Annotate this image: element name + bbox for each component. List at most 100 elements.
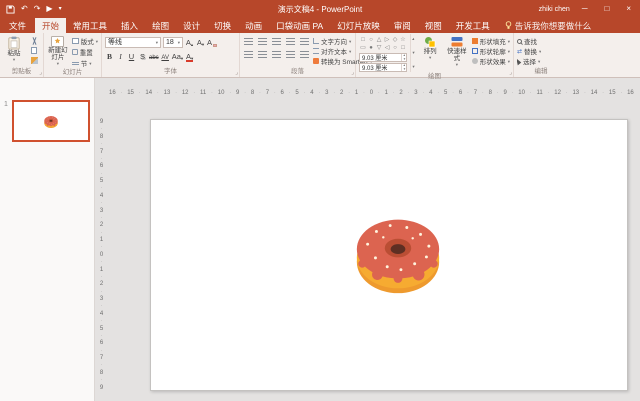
clear-formatting-button[interactable]: A — [207, 37, 217, 48]
justify-button[interactable] — [285, 50, 296, 60]
grow-font-button[interactable]: A▴ — [185, 37, 194, 48]
arrange-button[interactable]: 排列 ▾ — [418, 34, 442, 72]
font-color-button[interactable]: A▾ — [185, 51, 194, 62]
slide-thumbnail[interactable] — [12, 100, 90, 142]
start-slideshow-icon[interactable]: ▶ — [46, 5, 52, 13]
dialog-launcher-icon[interactable]: ⌟ — [39, 70, 42, 76]
shape-option[interactable]: ○ — [367, 36, 375, 44]
save-icon[interactable] — [6, 5, 15, 14]
shape-option[interactable]: □ — [399, 44, 407, 52]
character-spacing-button[interactable]: AV — [161, 51, 170, 62]
ribbon-tab[interactable]: 口袋动画 PA — [269, 18, 330, 33]
align-right-button[interactable] — [271, 50, 282, 60]
shapes-gallery-scrollbar[interactable]: ▴▾▾ — [410, 34, 415, 72]
tell-me-label: 告诉我你想要做什么 — [515, 20, 592, 32]
bold-button[interactable]: B — [105, 51, 114, 62]
ruler-number: 14 — [591, 87, 598, 99]
ribbon-tab[interactable]: 切换 — [207, 18, 238, 33]
ribbon-tab[interactable]: 绘图 — [145, 18, 176, 33]
shape-option[interactable]: ● — [367, 44, 375, 52]
numbering-button[interactable] — [257, 37, 268, 47]
dialog-launcher-icon[interactable]: ⌟ — [351, 70, 354, 76]
underline-button[interactable]: U — [127, 51, 136, 62]
ribbon-tab[interactable]: 设计 — [176, 18, 207, 33]
columns-icon — [300, 51, 309, 59]
bullets-button[interactable] — [243, 37, 254, 47]
ribbon-tab[interactable]: 审阅 — [387, 18, 418, 33]
ribbon-tab[interactable]: 视图 — [418, 18, 449, 33]
quick-styles-button[interactable]: 快速样式 ▾ — [445, 34, 469, 72]
align-left-button[interactable] — [243, 50, 254, 60]
italic-button[interactable]: I — [116, 51, 125, 62]
format-painter-button[interactable] — [28, 56, 40, 65]
ruler-tick: · — [101, 156, 103, 162]
ruler-tick: · — [101, 185, 103, 191]
decrease-indent-button[interactable] — [271, 37, 282, 47]
format-painter-icon — [31, 57, 38, 64]
horizontal-ruler[interactable]: 16·15·14·13·12·11·10·9·8·7·6·5·4·3·2·1·0… — [109, 87, 634, 99]
spinner-arrows-icon[interactable]: ▴▾ — [401, 54, 406, 61]
shape-option[interactable]: ○ — [391, 44, 399, 52]
dropdown-arrow-icon: ▾ — [96, 39, 98, 44]
paste-label: 粘贴 — [8, 50, 21, 57]
user-name[interactable]: zhiki chen — [539, 6, 570, 13]
ribbon-tab[interactable]: 常用工具 — [66, 18, 114, 33]
font-size-select[interactable]: 18▾ — [163, 37, 183, 48]
ribbon-tab[interactable]: 开始 — [35, 18, 66, 33]
shape-option[interactable]: ▽ — [375, 44, 383, 52]
tell-me-box[interactable]: 告诉我你想要做什么 — [497, 18, 600, 33]
dropdown-arrow-icon: ▾ — [349, 49, 351, 54]
shape-option[interactable]: ☆ — [399, 36, 407, 44]
tab-file[interactable]: 文件 — [0, 18, 35, 33]
shrink-font-button[interactable]: A▾ — [196, 37, 205, 48]
section-button[interactable]: 节▾ — [72, 58, 98, 68]
reset-button[interactable]: 重置 — [72, 47, 98, 57]
change-case-button[interactable]: Aa▾ — [172, 51, 183, 62]
shape-effects-button[interactable]: 形状效果▾ — [472, 56, 510, 66]
shape-option[interactable]: ◁ — [383, 44, 391, 52]
select-button[interactable]: 选择▾ — [517, 56, 541, 66]
shape-option[interactable]: ▷ — [383, 36, 391, 44]
line-spacing-button[interactable] — [299, 37, 310, 47]
vertical-ruler[interactable]: 9·8·7·6·5·4·3·2·1·0·1·2·3·4·5·6·7·8·9 — [95, 119, 108, 391]
ribbon-tab[interactable]: 幻灯片放映 — [330, 18, 387, 33]
replace-button[interactable]: ⇄替换▾ — [517, 46, 541, 56]
ribbon-tab[interactable]: 插入 — [114, 18, 145, 33]
strikethrough-button[interactable]: abc — [149, 51, 159, 62]
spinner-arrows-icon[interactable]: ▴▾ — [401, 64, 406, 71]
layout-button[interactable]: 版式▾ — [72, 36, 98, 46]
paste-button[interactable]: 粘贴 ▾ — [3, 34, 25, 67]
increase-indent-button[interactable] — [285, 37, 296, 47]
text-shadow-button[interactable]: S — [138, 51, 147, 62]
dialog-launcher-icon[interactable]: ⌟ — [235, 70, 238, 76]
shape-outline-button[interactable]: 形状轮廓▾ — [472, 46, 510, 56]
redo-icon[interactable]: ↷ — [34, 5, 41, 13]
new-slide-label: 新建幻灯片 — [47, 47, 69, 61]
ribbon-tab[interactable]: 开发工具 — [449, 18, 497, 33]
shape-option[interactable]: ▭ — [359, 44, 367, 52]
qat-customize-icon[interactable]: ▾ — [59, 5, 62, 13]
shape-option[interactable]: △ — [375, 36, 383, 44]
find-button[interactable]: 查找 — [517, 36, 541, 46]
cut-button[interactable] — [28, 36, 40, 45]
new-slide-button[interactable]: 新建幻灯片 ▾ — [47, 34, 69, 68]
layout-icon — [72, 38, 79, 44]
shape-width-input[interactable]: 9.03 厘米▴▾ — [359, 63, 407, 72]
align-center-button[interactable] — [257, 50, 268, 60]
dialog-launcher-icon[interactable]: ⌟ — [509, 70, 512, 76]
shape-height-input[interactable]: 9.03 厘米▴▾ — [359, 53, 407, 62]
donut-picture[interactable] — [349, 206, 447, 300]
shape-fill-button[interactable]: 形状填充▾ — [472, 36, 510, 46]
close-button[interactable]: × — [621, 1, 636, 17]
slide-canvas[interactable] — [150, 119, 628, 391]
ribbon-tab[interactable]: 动画 — [238, 18, 269, 33]
restore-button[interactable]: □ — [599, 1, 614, 17]
change-case-label: Aa — [172, 52, 181, 61]
shape-option[interactable]: ◇ — [391, 36, 399, 44]
undo-icon[interactable]: ↶ — [21, 5, 28, 13]
minimize-button[interactable]: ─ — [577, 1, 593, 17]
font-name-select[interactable]: 等线▾ — [105, 37, 161, 48]
columns-button[interactable] — [299, 50, 310, 60]
copy-button[interactable] — [28, 46, 40, 55]
shape-option[interactable]: □ — [359, 36, 367, 44]
